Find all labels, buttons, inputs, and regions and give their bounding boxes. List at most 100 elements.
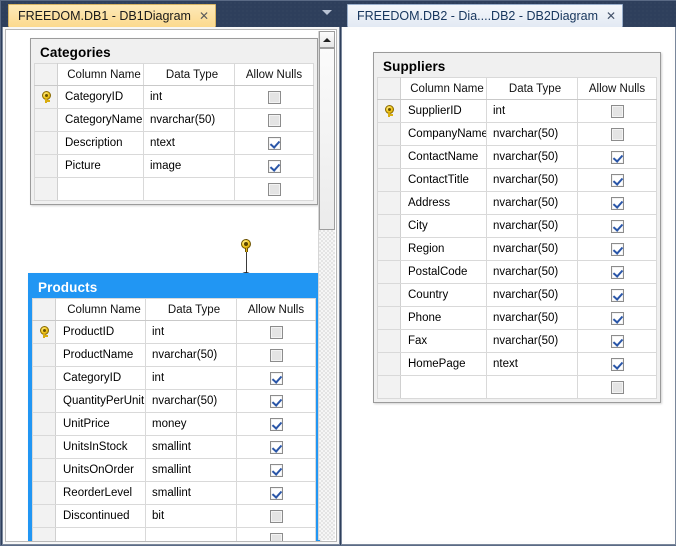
column-name-cell[interactable]: ReorderLevel bbox=[55, 481, 146, 505]
data-type-cell[interactable]: smallint bbox=[145, 481, 237, 505]
allow-nulls-cell[interactable] bbox=[577, 237, 657, 261]
allow-nulls-cell[interactable] bbox=[236, 343, 316, 367]
table-row[interactable]: Picture image bbox=[34, 154, 314, 178]
allow-nulls-cell[interactable] bbox=[577, 306, 657, 330]
table-row[interactable]: UnitsInStock smallint bbox=[32, 435, 316, 459]
column-name-cell[interactable]: QuantityPerUnit bbox=[55, 389, 146, 413]
chevron-down-icon[interactable] bbox=[322, 10, 332, 15]
allow-nulls-cell[interactable] bbox=[234, 177, 314, 201]
data-type-cell[interactable]: nvarchar(50) bbox=[143, 108, 235, 132]
data-type-cell[interactable] bbox=[143, 177, 235, 201]
allow-nulls-checkbox[interactable] bbox=[610, 127, 624, 141]
data-type-cell[interactable]: nvarchar(50) bbox=[486, 122, 578, 146]
allow-nulls-checkbox[interactable] bbox=[269, 532, 283, 541]
column-name-cell[interactable]: UnitsInStock bbox=[55, 435, 146, 459]
column-name-cell[interactable]: CategoryName bbox=[57, 108, 144, 132]
allow-nulls-cell[interactable] bbox=[236, 412, 316, 436]
data-type-cell[interactable] bbox=[145, 527, 237, 541]
table-row[interactable]: Discontinued bit bbox=[32, 504, 316, 528]
allow-nulls-checkbox[interactable] bbox=[267, 159, 281, 173]
table-row[interactable]: Country nvarchar(50) bbox=[377, 283, 657, 307]
data-type-cell[interactable]: int bbox=[145, 320, 237, 344]
column-name-cell[interactable]: SupplierID bbox=[400, 99, 487, 123]
left-diagram-canvas[interactable]: Categories Column Name Data Type Allow N… bbox=[5, 29, 337, 542]
allow-nulls-cell[interactable] bbox=[577, 375, 657, 399]
data-type-cell[interactable]: nvarchar(50) bbox=[486, 168, 578, 192]
table-row[interactable]: Description ntext bbox=[34, 131, 314, 155]
scrollbar-track[interactable] bbox=[319, 48, 335, 540]
table-row[interactable]: ReorderLevel smallint bbox=[32, 481, 316, 505]
table-row[interactable] bbox=[32, 527, 316, 541]
column-name-cell[interactable]: ContactName bbox=[400, 145, 487, 169]
allow-nulls-checkbox[interactable] bbox=[269, 509, 283, 523]
close-icon[interactable]: ✕ bbox=[199, 10, 209, 22]
allow-nulls-cell[interactable] bbox=[236, 320, 316, 344]
allow-nulls-checkbox[interactable] bbox=[269, 463, 283, 477]
column-name-cell[interactable]: UnitsOnOrder bbox=[55, 458, 146, 482]
data-type-cell[interactable] bbox=[486, 375, 578, 399]
table-row[interactable]: Region nvarchar(50) bbox=[377, 237, 657, 261]
diagram-table-categories[interactable]: Categories Column Name Data Type Allow N… bbox=[30, 38, 318, 205]
allow-nulls-cell[interactable] bbox=[577, 329, 657, 353]
vertical-scrollbar[interactable] bbox=[318, 31, 335, 540]
diagram-table-products[interactable]: Products Column Name Data Type Allow Nul… bbox=[28, 273, 320, 541]
table-row[interactable]: PostalCode nvarchar(50) bbox=[377, 260, 657, 284]
table-row[interactable]: CategoryName nvarchar(50) bbox=[34, 108, 314, 132]
table-row[interactable]: CategoryID int bbox=[32, 366, 316, 390]
allow-nulls-checkbox[interactable] bbox=[269, 394, 283, 408]
allow-nulls-checkbox[interactable] bbox=[610, 380, 624, 394]
allow-nulls-checkbox[interactable] bbox=[267, 90, 281, 104]
data-type-cell[interactable]: nvarchar(50) bbox=[486, 214, 578, 238]
allow-nulls-cell[interactable] bbox=[234, 108, 314, 132]
allow-nulls-cell[interactable] bbox=[577, 352, 657, 376]
allow-nulls-checkbox[interactable] bbox=[269, 325, 283, 339]
allow-nulls-checkbox[interactable] bbox=[269, 486, 283, 500]
allow-nulls-checkbox[interactable] bbox=[269, 440, 283, 454]
table-row[interactable]: UnitsOnOrder smallint bbox=[32, 458, 316, 482]
column-name-cell[interactable]: Discontinued bbox=[55, 504, 146, 528]
allow-nulls-checkbox[interactable] bbox=[610, 173, 624, 187]
tab-db2diagram[interactable]: FREEDOM.DB2 - Dia....DB2 - DB2Diagram ✕ bbox=[347, 4, 624, 27]
data-type-cell[interactable]: nvarchar(50) bbox=[486, 191, 578, 215]
column-name-cell[interactable]: PostalCode bbox=[400, 260, 487, 284]
allow-nulls-checkbox[interactable] bbox=[610, 242, 624, 256]
table-row[interactable]: Phone nvarchar(50) bbox=[377, 306, 657, 330]
column-name-cell[interactable]: ContactTitle bbox=[400, 168, 487, 192]
scroll-up-button[interactable] bbox=[319, 31, 335, 48]
table-row[interactable]: UnitPrice money bbox=[32, 412, 316, 436]
allow-nulls-cell[interactable] bbox=[236, 435, 316, 459]
table-row[interactable]: ProductName nvarchar(50) bbox=[32, 343, 316, 367]
allow-nulls-cell[interactable] bbox=[236, 389, 316, 413]
data-type-cell[interactable]: nvarchar(50) bbox=[486, 329, 578, 353]
allow-nulls-checkbox[interactable] bbox=[267, 113, 281, 127]
tab-db1diagram[interactable]: FREEDOM.DB1 - DB1Diagram ✕ bbox=[8, 4, 217, 27]
allow-nulls-cell[interactable] bbox=[236, 458, 316, 482]
column-name-cell[interactable] bbox=[55, 527, 146, 541]
column-name-cell[interactable]: Fax bbox=[400, 329, 487, 353]
data-type-cell[interactable]: smallint bbox=[145, 458, 237, 482]
data-type-cell[interactable]: nvarchar(50) bbox=[145, 389, 237, 413]
column-name-cell[interactable]: Picture bbox=[57, 154, 144, 178]
allow-nulls-checkbox[interactable] bbox=[269, 348, 283, 362]
data-type-cell[interactable]: nvarchar(50) bbox=[486, 260, 578, 284]
column-name-cell[interactable]: ProductID bbox=[55, 320, 146, 344]
data-type-cell[interactable]: nvarchar(50) bbox=[486, 237, 578, 261]
data-type-cell[interactable]: int bbox=[143, 85, 235, 109]
table-row[interactable]: ContactName nvarchar(50) bbox=[377, 145, 657, 169]
data-type-cell[interactable]: nvarchar(50) bbox=[486, 306, 578, 330]
data-type-cell[interactable]: nvarchar(50) bbox=[486, 283, 578, 307]
allow-nulls-checkbox[interactable] bbox=[267, 136, 281, 150]
column-name-cell[interactable]: Phone bbox=[400, 306, 487, 330]
column-name-cell[interactable]: Address bbox=[400, 191, 487, 215]
data-type-cell[interactable]: nvarchar(50) bbox=[486, 145, 578, 169]
data-type-cell[interactable]: image bbox=[143, 154, 235, 178]
column-name-cell[interactable]: HomePage bbox=[400, 352, 487, 376]
table-row[interactable]: Address nvarchar(50) bbox=[377, 191, 657, 215]
allow-nulls-cell[interactable] bbox=[577, 191, 657, 215]
data-type-cell[interactable]: nvarchar(50) bbox=[145, 343, 237, 367]
column-name-cell[interactable]: CategoryID bbox=[55, 366, 146, 390]
column-name-cell[interactable]: CompanyName bbox=[400, 122, 487, 146]
allow-nulls-checkbox[interactable] bbox=[267, 182, 281, 196]
allow-nulls-checkbox[interactable] bbox=[610, 196, 624, 210]
allow-nulls-checkbox[interactable] bbox=[610, 357, 624, 371]
